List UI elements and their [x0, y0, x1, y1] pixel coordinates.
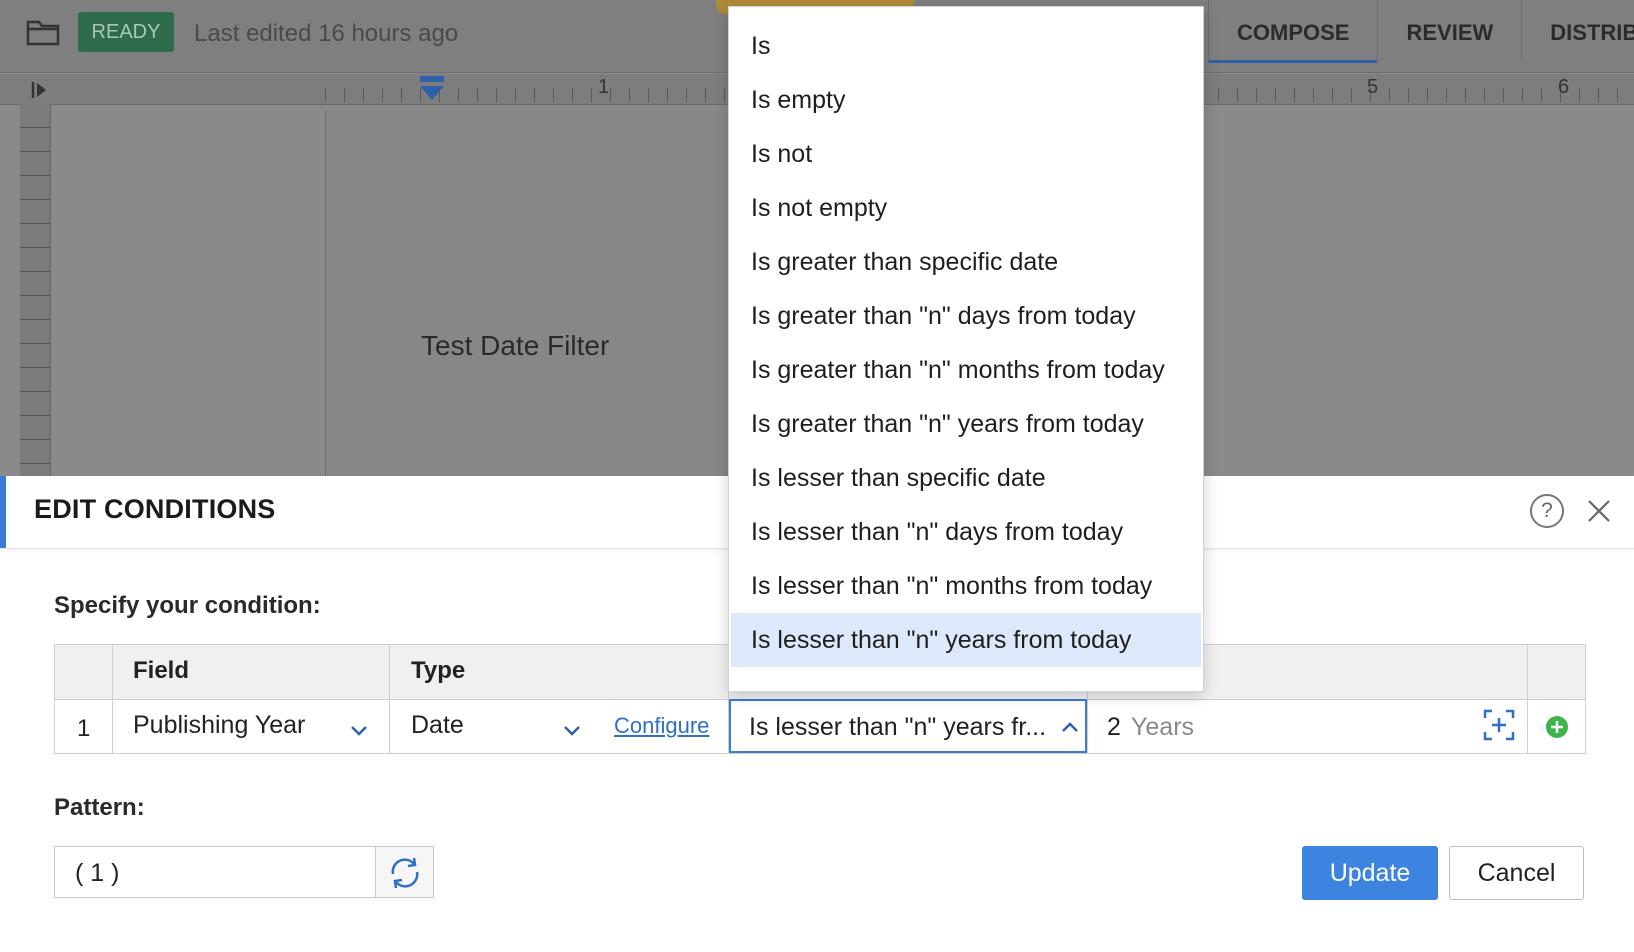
refresh-icon — [391, 857, 419, 889]
cancel-button[interactable]: Cancel — [1449, 846, 1584, 900]
dropdown-option[interactable]: Is not empty — [731, 181, 1201, 235]
dropdown-option[interactable]: Is greater than "n" years from today — [731, 397, 1201, 451]
last-edited-text: Last edited 16 hours ago — [194, 20, 459, 47]
dropdown-option[interactable]: Is greater than specific date — [731, 235, 1201, 289]
pattern-input[interactable]: ( 1 ) — [54, 846, 376, 898]
chevron-up-icon[interactable] — [1061, 721, 1079, 733]
help-icon[interactable]: ? — [1530, 494, 1564, 528]
chevron-down-icon[interactable] — [350, 725, 368, 737]
sidebar-toggle-icon[interactable] — [30, 80, 50, 100]
dialog-accent-bar — [0, 476, 6, 548]
type-select[interactable]: Date — [411, 711, 464, 740]
tab-distribute[interactable]: DISTRIBU — [1521, 0, 1634, 60]
row-index: 1 — [77, 715, 91, 742]
update-button[interactable]: Update — [1302, 846, 1438, 900]
dropdown-option[interactable]: Is not — [731, 127, 1201, 181]
field-select[interactable]: Publishing Year — [133, 711, 305, 740]
value-unit: Years — [1131, 713, 1195, 741]
operator-select[interactable]: Is lesser than "n" years fr... — [729, 699, 1087, 753]
dropdown-option[interactable]: Is greater than "n" months from today — [731, 343, 1201, 397]
operator-select-value: Is lesser than "n" years fr... — [749, 713, 1047, 741]
pattern-label: Pattern: — [54, 794, 145, 821]
vertical-ruler — [20, 104, 51, 476]
tab-compose[interactable]: COMPOSE — [1208, 0, 1378, 63]
mode-tabs: COMPOSE REVIEW DISTRIBU — [1208, 0, 1634, 63]
refresh-pattern-button[interactable] — [376, 846, 434, 898]
indent-marker-icon[interactable] — [420, 76, 444, 102]
add-condition-icon[interactable] — [1545, 715, 1569, 739]
dropdown-option[interactable]: Is lesser than specific date — [731, 451, 1201, 505]
folder-icon[interactable] — [26, 18, 60, 46]
dialog-title: EDIT CONDITIONS — [34, 494, 276, 524]
status-badge: READY — [78, 12, 174, 52]
document-text: Test Date Filter — [421, 330, 610, 361]
specify-condition-label: Specify your condition: — [54, 592, 321, 619]
dropdown-option[interactable]: Is lesser than "n" months from today — [731, 559, 1201, 613]
ruler-number: 5 — [1367, 76, 1379, 98]
ruler-number: 1 — [598, 76, 610, 98]
dropdown-option[interactable]: Is empty — [731, 73, 1201, 127]
tab-review[interactable]: REVIEW — [1377, 0, 1521, 60]
dropdown-option-selected[interactable]: Is lesser than "n" years from today — [731, 613, 1201, 667]
operator-dropdown-menu: Is Is empty Is not Is not empty Is great… — [728, 6, 1204, 692]
dropdown-option[interactable]: Is greater than "n" days from today — [731, 289, 1201, 343]
dropdown-option[interactable]: Is — [731, 19, 1201, 73]
header-field: Field — [133, 657, 190, 684]
pattern-value: ( 1 ) — [75, 859, 120, 887]
chevron-down-icon[interactable] — [563, 725, 581, 737]
dropdown-option[interactable]: Is lesser than "n" days from today — [731, 505, 1201, 559]
configure-link[interactable]: Configure — [614, 713, 709, 739]
ruler-number: 6 — [1558, 76, 1570, 98]
close-icon[interactable] — [1584, 496, 1614, 526]
value-input[interactable]: 2 — [1107, 713, 1121, 742]
insert-field-icon[interactable] — [1483, 709, 1515, 741]
header-type: Type — [411, 657, 466, 684]
